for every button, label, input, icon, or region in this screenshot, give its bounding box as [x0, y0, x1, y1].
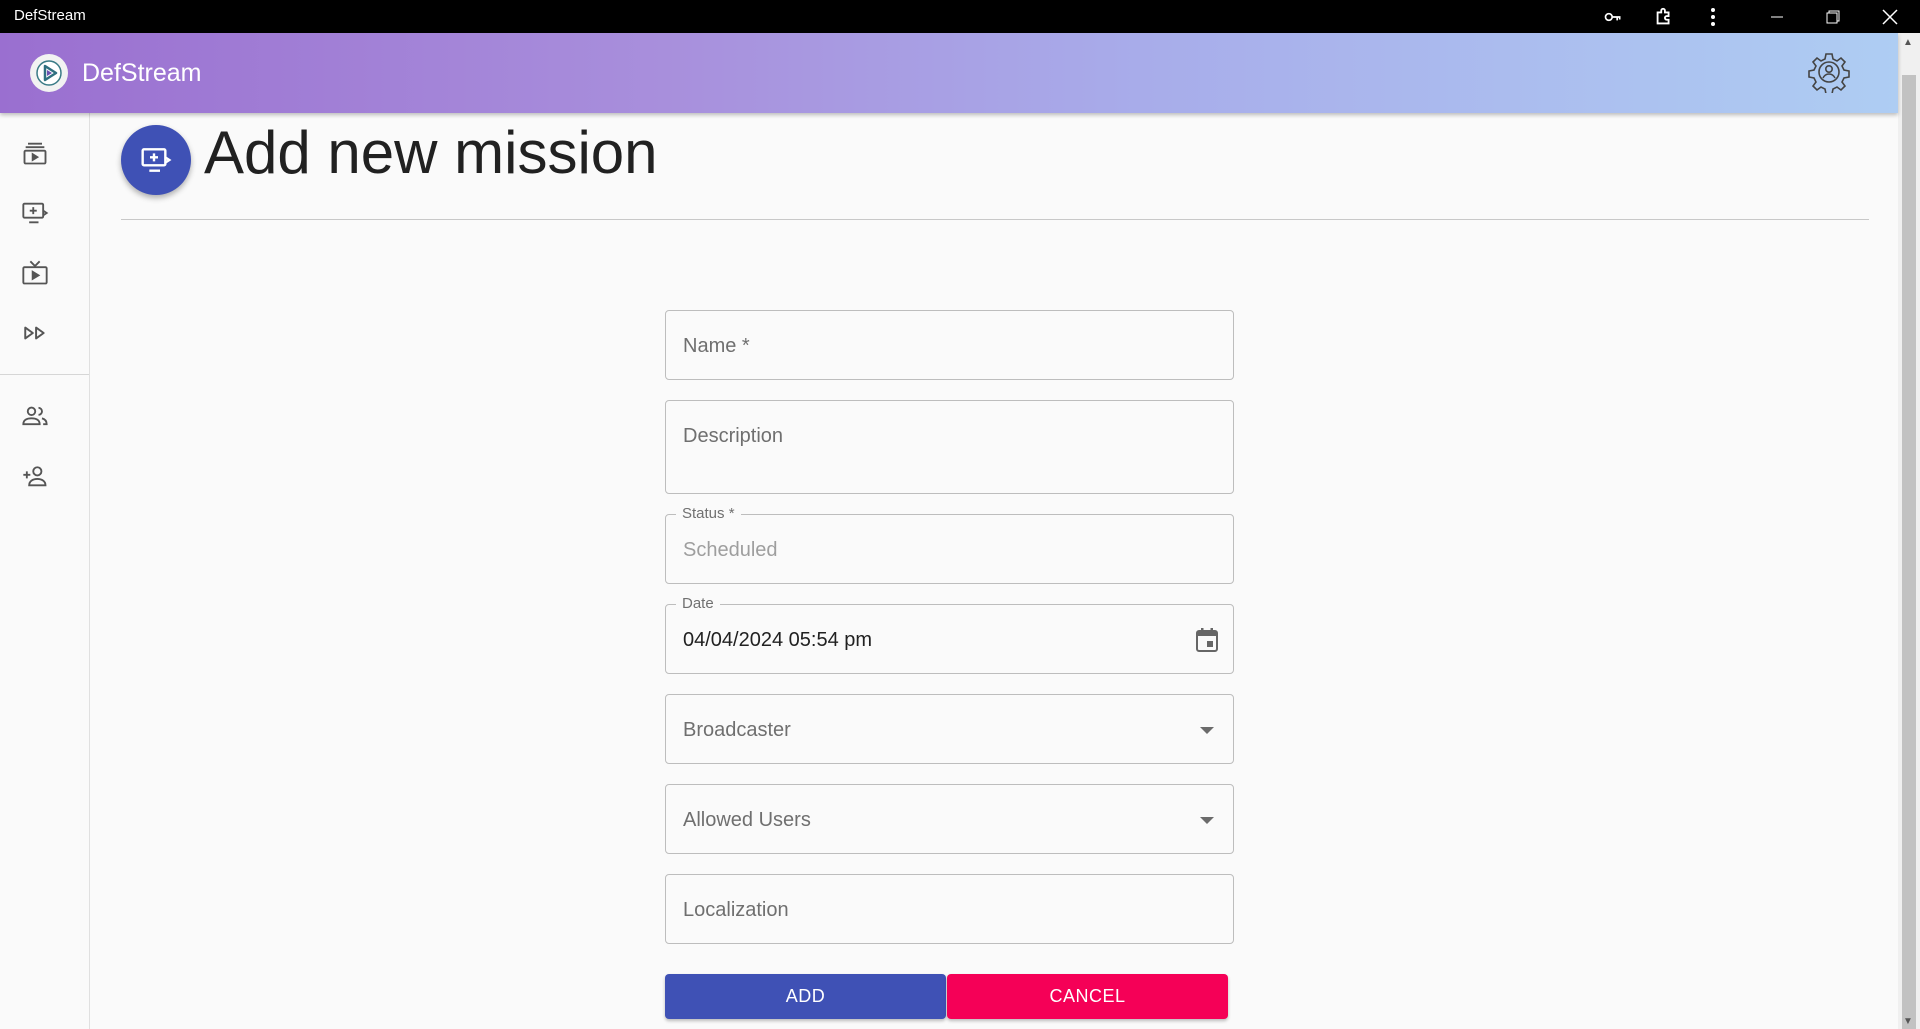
localization-field[interactable]: Localization: [665, 874, 1234, 944]
calendar-icon[interactable]: [1193, 626, 1221, 654]
settings-gear-icon[interactable]: [1806, 49, 1852, 95]
cancel-button[interactable]: CANCEL: [947, 974, 1228, 1019]
broadcaster-select[interactable]: Broadcaster: [665, 694, 1234, 764]
restore-icon[interactable]: [1809, 0, 1857, 33]
app-name: DefStream: [82, 59, 202, 87]
chevron-down-icon[interactable]: [1193, 806, 1221, 834]
sidebar-item-live[interactable]: [15, 253, 55, 293]
sidebar-item-users[interactable]: [15, 396, 55, 436]
vertical-scrollbar[interactable]: ▲ ▼: [1898, 33, 1920, 1029]
window-title: DefStream: [14, 7, 86, 24]
date-value: 04/04/2024 05:54 pm: [683, 629, 873, 651]
status-label: Status *: [676, 505, 741, 522]
allowed-users-select[interactable]: Allowed Users: [665, 784, 1234, 854]
minimize-icon[interactable]: [1753, 0, 1801, 33]
title-divider: [121, 219, 1869, 220]
sidebar-divider: [0, 374, 89, 375]
app-header: DefStream: [0, 33, 1898, 113]
allowed-users-placeholder: Allowed Users: [683, 809, 811, 831]
localization-placeholder: Localization: [683, 899, 789, 921]
video-library-icon: [23, 142, 47, 165]
sidebar-item-add-user[interactable]: [15, 456, 55, 496]
name-field[interactable]: Name *: [665, 310, 1234, 380]
description-field[interactable]: Description: [665, 400, 1234, 494]
sidebar-item-forward[interactable]: [15, 313, 55, 353]
broadcaster-placeholder: Broadcaster: [683, 719, 791, 741]
description-placeholder: Description: [683, 425, 784, 447]
window-titlebar: DefStream: [0, 0, 1920, 33]
extension-icon[interactable]: [1640, 0, 1688, 33]
status-field[interactable]: Status * Scheduled: [665, 505, 1234, 584]
sidebar-item-missions[interactable]: [15, 133, 55, 173]
sidebar-item-add-mission[interactable]: [15, 193, 55, 233]
name-placeholder: Name *: [683, 335, 750, 357]
page-title: Add new mission: [204, 119, 658, 186]
date-field[interactable]: Date 04/04/2024 05:54 pm: [665, 595, 1234, 674]
scroll-up-icon[interactable]: ▲: [1903, 37, 1913, 48]
people-icon: [22, 406, 48, 426]
scroll-thumb[interactable]: [1902, 75, 1916, 1029]
close-icon[interactable]: [1866, 0, 1914, 33]
fast-forward-icon: [24, 326, 45, 340]
app-logo-icon[interactable]: [30, 54, 68, 92]
chevron-down-icon[interactable]: [1193, 716, 1221, 744]
live-tv-icon: [22, 260, 48, 285]
add-button[interactable]: ADD: [665, 974, 946, 1019]
sidebar-nav: [0, 113, 90, 1029]
date-label: Date: [676, 595, 720, 612]
status-value: Scheduled: [683, 539, 778, 561]
more-vert-icon[interactable]: [1689, 0, 1737, 33]
add-to-queue-icon: [22, 202, 49, 224]
person-add-icon: [23, 466, 47, 487]
page-add-mission-icon: [121, 125, 191, 195]
scroll-down-icon[interactable]: ▼: [1903, 1016, 1913, 1027]
key-icon[interactable]: [1589, 0, 1637, 33]
